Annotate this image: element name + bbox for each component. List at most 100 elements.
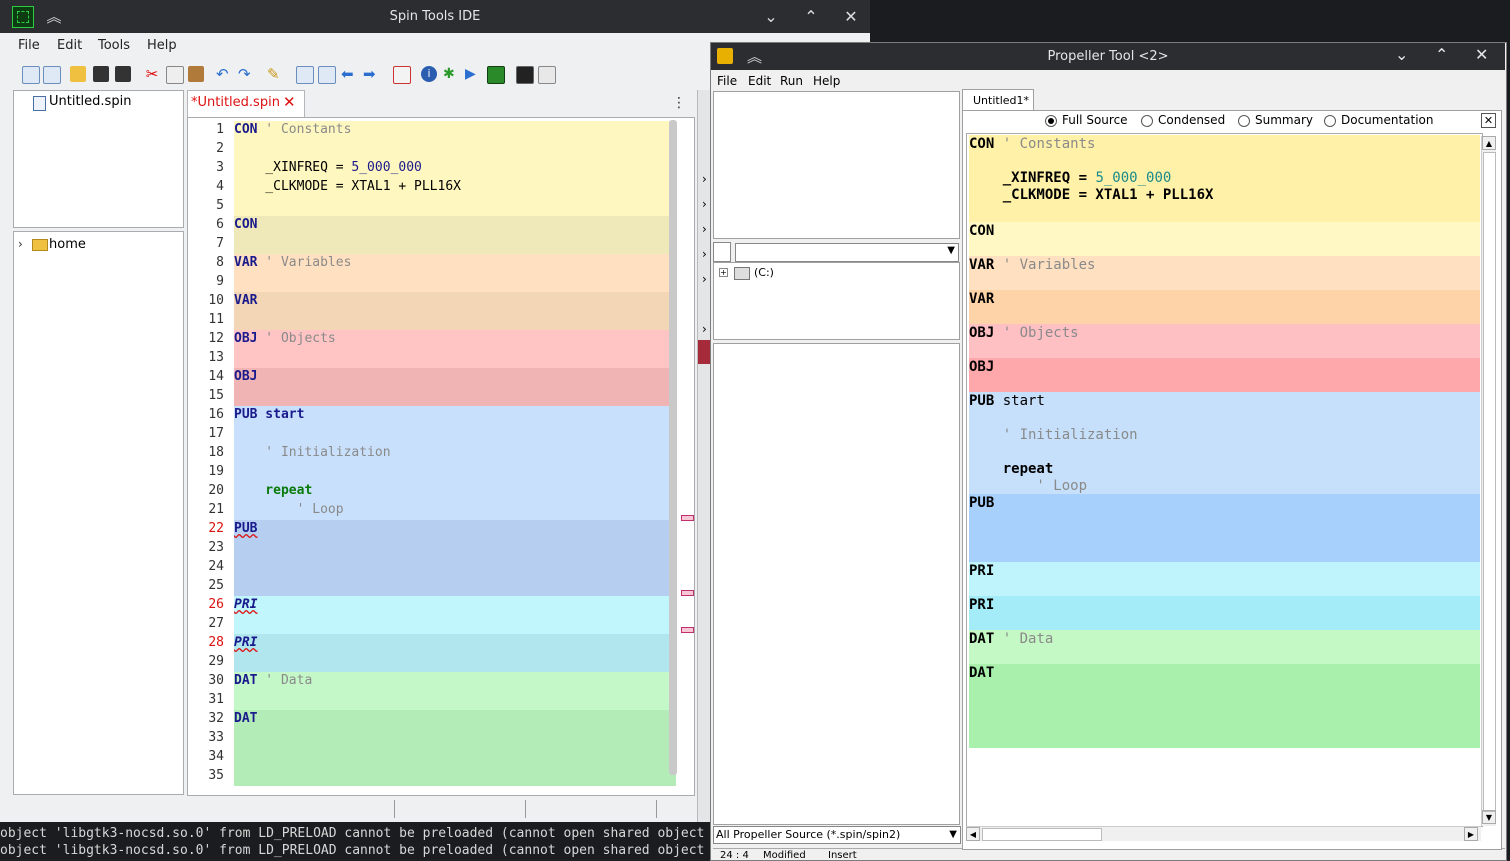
menu-tools[interactable]: Tools (98, 38, 130, 53)
tree-toggle-icon[interactable] (713, 242, 731, 262)
line-number: 14 (208, 369, 224, 384)
chevron-right-icon[interactable]: › (702, 197, 707, 211)
file-list-pane[interactable] (713, 343, 960, 825)
scroll-up-icon[interactable]: ▲ (1482, 136, 1496, 150)
pt-titlebar[interactable]: ︽ Propeller Tool <2> ⌄ ⌃ ✕ (711, 43, 1505, 70)
file-entry[interactable]: Untitled.spin (49, 94, 131, 109)
scroll-right-icon[interactable]: ▶ (1464, 827, 1478, 841)
chevron-right-icon[interactable]: › (702, 222, 707, 236)
close-icon[interactable]: ✕ (1475, 45, 1488, 64)
line-number: 15 (208, 388, 224, 403)
chevron-right-icon[interactable]: › (702, 247, 707, 261)
minimize-icon[interactable]: ⌄ (1395, 45, 1408, 64)
code-row-bg (234, 216, 676, 235)
serial-monitor-icon[interactable] (538, 66, 556, 84)
pt-vscrollbar[interactable]: ▲ ▼ (1481, 136, 1496, 826)
line-number: 6 (216, 217, 224, 232)
error-marker[interactable] (681, 515, 694, 521)
chevron-right-icon[interactable]: › (702, 272, 707, 286)
code-row-bg (234, 463, 676, 482)
run-icon[interactable]: ▶ (465, 66, 481, 82)
code-line: repeat (234, 483, 313, 498)
redo-icon[interactable]: ↷ (238, 66, 254, 82)
modified-status: Modified (763, 850, 806, 861)
radio-full-source[interactable] (1045, 115, 1057, 127)
line-number: 13 (208, 350, 224, 365)
error-marker[interactable] (681, 627, 694, 633)
folder-entry[interactable]: home (49, 237, 86, 252)
scroll-left-icon[interactable]: ◀ (966, 827, 980, 841)
chevron-right-icon[interactable]: › (702, 172, 707, 186)
build-icon[interactable] (393, 66, 411, 84)
radio-documentation[interactable] (1324, 115, 1336, 127)
next-editor-icon[interactable] (318, 66, 336, 84)
pt-hscrollbar[interactable]: ◀ ▶ (966, 826, 1481, 841)
prev-editor-icon[interactable] (296, 66, 314, 84)
pt-code-line: _XINFREQ = 5_000_000 (969, 170, 1172, 186)
menu-file[interactable]: File (18, 38, 40, 53)
open-folder-icon[interactable] (70, 66, 86, 82)
maximize-icon[interactable]: ⌃ (1435, 45, 1448, 64)
minimize-icon[interactable]: ⌄ (760, 6, 782, 28)
copy-icon[interactable] (166, 66, 184, 84)
code-row-bg (234, 691, 676, 710)
scroll-down-icon[interactable]: ▼ (1482, 810, 1496, 824)
pt-code-line: CON (969, 223, 995, 239)
menu-edit[interactable]: Edit (57, 38, 82, 53)
pt-menu-run[interactable]: Run (780, 74, 803, 88)
radio-condensed[interactable] (1141, 115, 1153, 127)
new-file-icon[interactable] (22, 66, 40, 84)
menu-help[interactable]: Help (147, 38, 177, 53)
code-row-bg (234, 558, 676, 577)
save-all-icon[interactable] (115, 66, 131, 82)
folder-combo[interactable]: ▼ (735, 243, 959, 262)
spin-file-icon (33, 96, 46, 111)
line-number: 30 (208, 673, 224, 688)
object-view-pane[interactable] (713, 91, 960, 239)
ide-toolbar: ✂ ↶ ↷ ✎ ⬅ ➡ i ✱ ▶ (10, 62, 700, 88)
drive-label[interactable]: (C:) (754, 266, 774, 279)
chevron-right-icon[interactable]: › (18, 237, 23, 251)
pt-code-line: _CLKMODE = XTAL1 + PLL16X (969, 187, 1214, 203)
save-icon[interactable] (93, 66, 109, 82)
code-row-bg (234, 634, 676, 653)
line-number: 34 (208, 749, 224, 764)
line-number: 3 (216, 160, 224, 175)
debug-bug-icon[interactable]: ✱ (443, 66, 459, 82)
undo-icon[interactable]: ↶ (216, 66, 232, 82)
expand-icon[interactable]: + (719, 268, 728, 277)
pt-code-line: CON ' Constants (969, 136, 1096, 152)
upload-chip-icon[interactable] (487, 66, 505, 84)
code-row-bg (234, 596, 676, 615)
pt-menu-file[interactable]: File (717, 74, 737, 88)
more-options-icon[interactable]: ⋮ (672, 95, 686, 111)
cut-icon[interactable]: ✂ (144, 66, 160, 82)
scroll-thumb[interactable] (1483, 152, 1496, 812)
pt-menu-edit[interactable]: Edit (748, 74, 771, 88)
pt-menu-help[interactable]: Help (813, 74, 840, 88)
chevron-right-icon[interactable]: › (702, 322, 707, 336)
error-marker[interactable] (681, 590, 694, 596)
file-filter-select[interactable]: All Propeller Source (*.spin/spin2) ▼ (713, 826, 961, 844)
line-number: 11 (208, 312, 224, 327)
radio-summary[interactable] (1238, 115, 1250, 127)
hscroll-thumb[interactable] (982, 828, 1102, 841)
format-brush-icon[interactable]: ✎ (267, 66, 283, 82)
editor-scrollbar[interactable] (669, 120, 677, 775)
paste-icon[interactable] (188, 66, 204, 82)
ide-titlebar[interactable]: ︽ Spin Tools IDE ⌄ ⌃ ✕ (0, 0, 870, 33)
new-file-alt-icon[interactable] (43, 66, 61, 84)
line-number: 21 (208, 502, 224, 517)
back-arrow-icon[interactable]: ⬅ (341, 66, 357, 82)
code-line: DAT (234, 711, 258, 726)
close-icon[interactable]: ✕ (840, 6, 862, 28)
maximize-icon[interactable]: ⌃ (800, 6, 822, 28)
terminal-icon[interactable] (516, 66, 534, 84)
editor-tab[interactable]: *Untitled.spin ✕ (187, 90, 305, 117)
code-row-bg (234, 425, 676, 444)
close-editor-icon[interactable]: ✕ (1481, 113, 1496, 128)
info-icon[interactable]: i (421, 66, 437, 82)
close-tab-icon[interactable]: ✕ (283, 93, 296, 111)
pt-editor-tab[interactable]: Untitled1* (962, 89, 1034, 111)
forward-arrow-icon[interactable]: ➡ (363, 66, 379, 82)
